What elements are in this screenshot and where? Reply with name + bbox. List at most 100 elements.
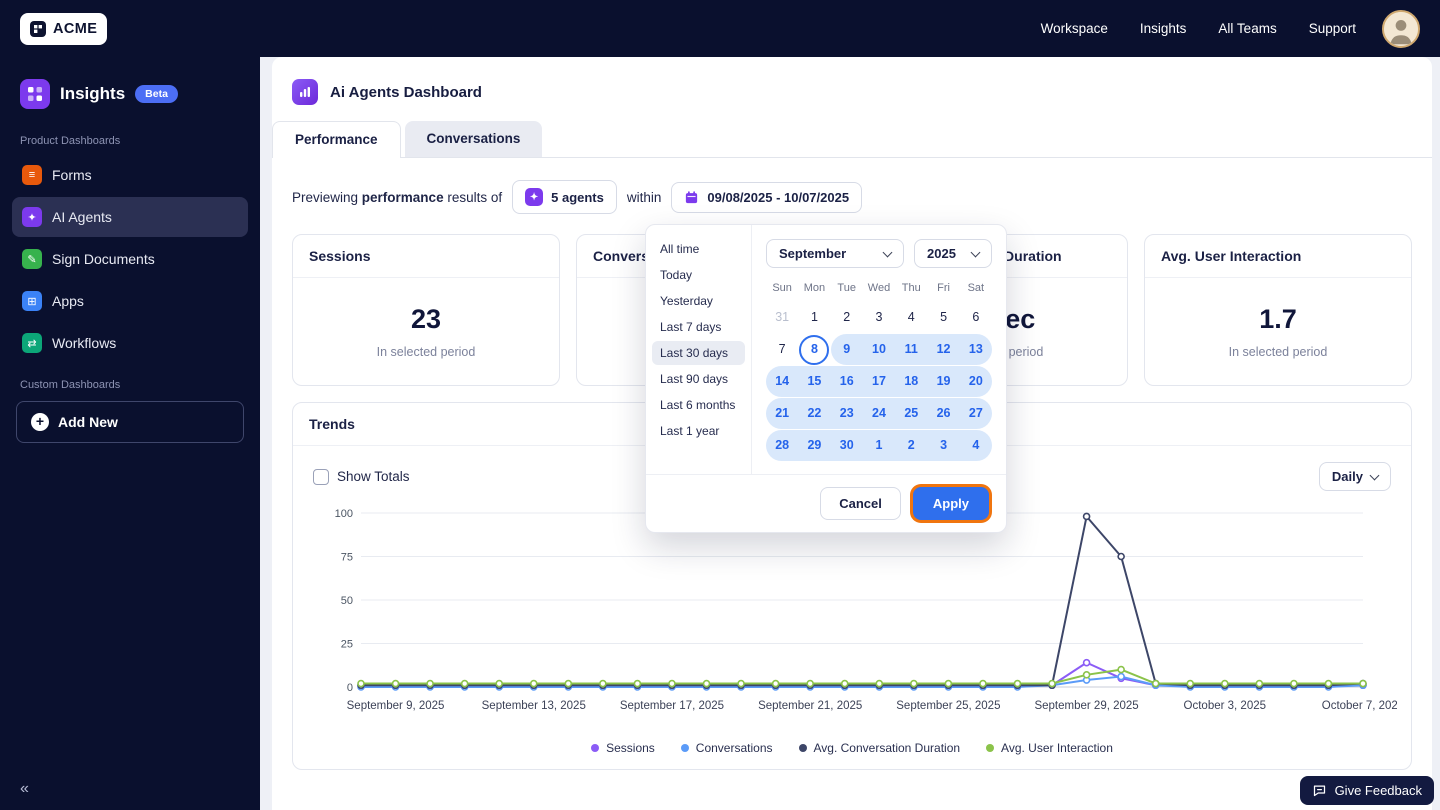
- agents-filter-button[interactable]: ✦ 5 agents: [512, 180, 617, 214]
- sidebar-item-ai-agents[interactable]: ✦ AI Agents: [12, 197, 248, 237]
- legend-dot: [591, 744, 600, 752]
- sidebar-item-workflows[interactable]: ⇄ Workflows: [12, 323, 248, 363]
- acme-logo-text: ACME: [53, 20, 98, 37]
- page-title: Ai Agents Dashboard: [330, 83, 482, 101]
- calendar-day-28[interactable]: 28: [766, 430, 799, 461]
- calendar-day-16[interactable]: 16: [830, 366, 863, 397]
- acme-logo[interactable]: ACME: [20, 12, 108, 45]
- calendar-day-3[interactable]: 3: [927, 430, 960, 461]
- weekday-label: Wed: [867, 282, 891, 294]
- quick-range-last-90-days[interactable]: Last 90 days: [652, 367, 745, 391]
- calendar-day-7[interactable]: 7: [766, 334, 798, 365]
- plus-icon: +: [31, 413, 49, 431]
- calendar-grid: 31 1 2 3 4 5 6 7 8 9 10 11 12 13 14 15 16 17 18 19 20 21 22 23 2…: [766, 302, 992, 461]
- calendar-day-25[interactable]: 25: [895, 398, 928, 429]
- calendar-day-11[interactable]: 11: [895, 334, 928, 365]
- calendar-day-14[interactable]: 14: [766, 366, 799, 397]
- calendar-day-31[interactable]: 31: [766, 302, 798, 333]
- calendar-day-4[interactable]: 4: [895, 302, 927, 333]
- calendar-icon: [686, 190, 698, 203]
- legend-label: Conversations: [695, 741, 773, 755]
- avatar[interactable]: [1382, 9, 1420, 48]
- svg-text:September 25, 2025: September 25, 2025: [896, 700, 1000, 712]
- calendar-day-29[interactable]: 29: [798, 430, 831, 461]
- quick-range-all-time[interactable]: All time: [652, 237, 745, 261]
- calendar-day-27[interactable]: 27: [959, 398, 992, 429]
- calendar-day-2[interactable]: 2: [895, 430, 928, 461]
- calendar-day-3[interactable]: 3: [863, 302, 895, 333]
- sidebar-item-apps[interactable]: ⊞ Apps: [12, 281, 248, 321]
- calendar-day-18[interactable]: 18: [895, 366, 928, 397]
- sidebar-item-forms[interactable]: ≡ Forms: [12, 155, 248, 195]
- calendar-week: 31 1 2 3 4 5 6: [766, 302, 992, 333]
- calendar-day-19[interactable]: 19: [927, 366, 960, 397]
- show-totals-checkbox[interactable]: [313, 468, 329, 485]
- weekday-label: Sun: [772, 282, 792, 294]
- calendar-day-5[interactable]: 5: [927, 302, 959, 333]
- quick-range-last-6-months[interactable]: Last 6 months: [652, 393, 745, 417]
- calendar-day-9[interactable]: 9: [830, 334, 863, 365]
- weekday-label: Tue: [837, 282, 856, 294]
- year-select[interactable]: 2025: [914, 239, 992, 268]
- beta-badge: Beta: [135, 85, 178, 103]
- calendar-day-12[interactable]: 12: [927, 334, 960, 365]
- show-totals-label: Show Totals: [337, 469, 410, 484]
- calendar-day-1[interactable]: 1: [798, 302, 830, 333]
- calendar-day-4[interactable]: 4: [959, 430, 992, 461]
- calendar-day-21[interactable]: 21: [766, 398, 799, 429]
- section-label-custom-dashboards: Custom Dashboards: [20, 379, 121, 391]
- granularity-select[interactable]: Daily: [1318, 462, 1391, 491]
- calendar-day-26[interactable]: 26: [927, 398, 960, 429]
- svg-text:50: 50: [341, 595, 353, 607]
- stat-card-value: 23: [410, 304, 442, 334]
- section-label-product-dashboards: Product Dashboards: [20, 135, 121, 147]
- apps-icon: ⊞: [22, 291, 42, 311]
- calendar-day-15[interactable]: 15: [798, 366, 831, 397]
- calendar-day-8[interactable]: 8: [798, 334, 830, 365]
- tab-performance[interactable]: Performance: [272, 121, 401, 158]
- give-feedback-button[interactable]: Give Feedback: [1299, 776, 1434, 805]
- calendar-day-1[interactable]: 1: [862, 430, 896, 461]
- panel-header: Ai Agents Dashboard: [272, 57, 1432, 105]
- calendar-day-23[interactable]: 23: [830, 398, 863, 429]
- calendar-day-13[interactable]: 13: [959, 334, 992, 365]
- calendar-day-6[interactable]: 6: [960, 302, 992, 333]
- legend-item-avg-user-interaction: Avg. User Interaction: [986, 741, 1113, 755]
- sidebar-collapse-icon[interactable]: «: [20, 780, 29, 798]
- tab-conversations[interactable]: Conversations: [404, 121, 543, 157]
- add-new-button[interactable]: + Add New: [16, 401, 244, 443]
- calendar-day-2[interactable]: 2: [831, 302, 863, 333]
- svg-text:September 17, 2025: September 17, 2025: [620, 700, 724, 712]
- date-range-button[interactable]: 09/08/2025 - 10/07/2025: [671, 181, 863, 213]
- apply-button[interactable]: Apply: [912, 487, 989, 520]
- cancel-button[interactable]: Cancel: [820, 487, 901, 520]
- quick-range-last-1-year[interactable]: Last 1 year: [652, 419, 745, 443]
- month-select[interactable]: September: [766, 239, 904, 268]
- calendar-day-20[interactable]: 20: [959, 366, 992, 397]
- granularity-value: Daily: [1331, 469, 1363, 484]
- calendar-day-17[interactable]: 17: [862, 366, 896, 397]
- nav-link-insights[interactable]: Insights: [1140, 21, 1187, 36]
- dashboard-icon: [292, 79, 318, 105]
- add-new-label: Add New: [58, 414, 118, 430]
- tab-bar: Performance Conversations: [272, 121, 1432, 158]
- quick-range-yesterday[interactable]: Yesterday: [652, 289, 745, 313]
- calendar-day-24[interactable]: 24: [862, 398, 896, 429]
- sidebar-items: ≡ Forms ✦ AI Agents ✎ Sign Documents ⊞ Apps ⇄ Wor…: [0, 155, 260, 363]
- sidebar-item-sign-documents[interactable]: ✎ Sign Documents: [12, 239, 248, 279]
- nav-link-all-teams[interactable]: All Teams: [1218, 21, 1276, 36]
- quick-range-last-7-days[interactable]: Last 7 days: [652, 315, 745, 339]
- quick-range-last-30-days[interactable]: Last 30 days: [652, 341, 745, 365]
- nav-link-workspace[interactable]: Workspace: [1041, 21, 1108, 36]
- svg-text:0: 0: [347, 682, 353, 694]
- weekday-header: Sun Mon Tue Wed Thu Fri Sat: [766, 282, 992, 294]
- year-value: 2025: [927, 246, 956, 261]
- calendar-week: 7 8 9 10 11 12 13: [766, 334, 992, 365]
- quick-range-today[interactable]: Today: [652, 263, 745, 287]
- calendar-day-10[interactable]: 10: [862, 334, 896, 365]
- stat-card-caption: In selected period: [376, 345, 476, 359]
- nav-link-support[interactable]: Support: [1309, 21, 1356, 36]
- calendar-day-22[interactable]: 22: [798, 398, 831, 429]
- workflows-icon: ⇄: [22, 333, 42, 353]
- calendar-day-30[interactable]: 30: [830, 430, 863, 461]
